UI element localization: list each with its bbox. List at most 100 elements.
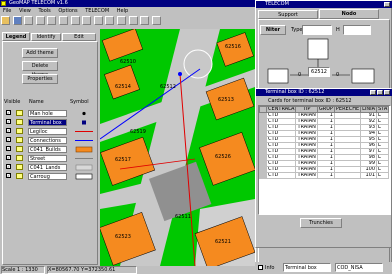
- symbol-red-line-icon: [75, 131, 93, 132]
- row-header[interactable]: [259, 172, 267, 179]
- legend-row-terminal-box[interactable]: ✓ Terminal box: [4, 118, 96, 127]
- menu-view[interactable]: View: [19, 8, 31, 15]
- visible-checkbox[interactable]: ✓: [6, 119, 11, 124]
- legend-row-street[interactable]: ✓ Street: [4, 154, 96, 163]
- table-cell[interactable]: TRAIAN: [295, 166, 318, 173]
- tab-identify[interactable]: Identify: [31, 33, 61, 41]
- symbol-header: Symbol: [70, 99, 89, 105]
- layer-icon: [16, 173, 23, 179]
- print-icon[interactable]: [24, 16, 34, 25]
- app-icon: [1, 1, 6, 6]
- visible-checkbox[interactable]: ✓: [6, 146, 11, 151]
- properties-button[interactable]: Properties: [22, 74, 58, 84]
- tab-support[interactable]: Support: [258, 10, 318, 19]
- help-icon[interactable]: [151, 16, 161, 25]
- menu-help[interactable]: Help: [117, 8, 128, 15]
- add-theme-button[interactable]: Add theme: [22, 48, 58, 58]
- visible-checkbox[interactable]: ✓: [6, 155, 11, 160]
- table-cell[interactable]: TRAIAN: [295, 142, 318, 149]
- map-label: 62514: [115, 84, 131, 90]
- table-cell[interactable]: 1: [316, 172, 335, 179]
- table-cell[interactable]: L: [376, 172, 390, 179]
- legend-row-legiloc[interactable]: ✓ Legiloc: [4, 127, 96, 136]
- minimize-icon[interactable]: [370, 90, 376, 95]
- layer-combo[interactable]: Terminal box: [283, 263, 331, 272]
- select-icon[interactable]: [70, 16, 80, 25]
- map-label: 62512: [160, 84, 176, 90]
- refresh-icon[interactable]: [105, 16, 115, 25]
- menu-options[interactable]: Options: [58, 8, 77, 15]
- legend-row-builds[interactable]: ✓ C041_Builds: [4, 145, 96, 154]
- status-bar: Scale 1 : 1330 X=80567.70 Y=372350.61: [0, 266, 285, 274]
- column-header[interactable]: LINIA: [360, 106, 378, 113]
- main-window: GeoMAP TELECOM v1.6 File View Tools Opti…: [0, 0, 294, 274]
- legend-row-man-hole[interactable]: ✓ Man hole: [4, 109, 96, 118]
- tab-nodo[interactable]: Nodo: [319, 9, 379, 19]
- cards-grid[interactable]: CENTRALA TIP GRUP PERECHE LINIA STA CTD T…: [258, 105, 391, 215]
- delete-theme-button[interactable]: Delete theme: [22, 61, 58, 78]
- layer-icon: [16, 164, 23, 170]
- layer-icon: [16, 128, 23, 134]
- save-icon[interactable]: [12, 16, 22, 25]
- visible-checkbox[interactable]: ✓: [6, 110, 11, 115]
- visible-checkbox[interactable]: ✓: [6, 137, 11, 142]
- table-cell[interactable]: 101: [360, 172, 378, 179]
- open-icon[interactable]: [1, 16, 10, 25]
- table-row[interactable]: CTD TRAIAN 1 101 L: [259, 172, 390, 179]
- table-cell[interactable]: TRAIAN: [295, 172, 318, 179]
- close-icon[interactable]: [384, 90, 390, 95]
- zoom-in-icon[interactable]: [35, 16, 45, 25]
- table-cell[interactable]: TRAIAN: [295, 112, 318, 119]
- layer-name: Carroug: [28, 173, 67, 180]
- h-field[interactable]: [343, 25, 371, 35]
- table-cell[interactable]: TRAIAN: [295, 148, 318, 155]
- legend-row-carroug[interactable]: ✓ Carroug: [4, 172, 96, 181]
- code-combo[interactable]: COD_NISA: [335, 263, 383, 272]
- column-header[interactable]: STA: [376, 106, 390, 113]
- layer-icon: [16, 137, 23, 143]
- table-cell[interactable]: [333, 172, 362, 179]
- table-cell[interactable]: TRAIAN: [295, 154, 318, 161]
- table-cell[interactable]: TRAIAN: [295, 130, 318, 137]
- table-cell[interactable]: CTD: [265, 172, 297, 179]
- map-canvas[interactable]: 62512 62510 62516 62514 62513 62519 6251…: [100, 29, 255, 266]
- visible-checkbox[interactable]: ✓: [6, 164, 11, 169]
- measure-icon[interactable]: [93, 16, 103, 25]
- find-icon[interactable]: [128, 16, 138, 25]
- type-field[interactable]: [302, 25, 332, 35]
- visible-checkbox[interactable]: ✓: [6, 173, 11, 178]
- identify-icon[interactable]: [82, 16, 92, 25]
- column-header[interactable]: GRUP: [316, 106, 335, 113]
- layer-icon: [16, 110, 23, 116]
- info-icon[interactable]: [140, 16, 150, 25]
- tab-edit[interactable]: Edit: [62, 33, 96, 41]
- close-icon[interactable]: [384, 2, 390, 7]
- node-right-value: 0: [336, 72, 340, 78]
- map-label: 62516: [225, 44, 241, 50]
- info-checkbox[interactable]: [258, 265, 263, 270]
- table-cell[interactable]: TRAIAN: [295, 160, 318, 167]
- layer-icon[interactable]: [116, 16, 126, 25]
- niter-tab[interactable]: Niter: [260, 25, 286, 35]
- menu-telecom[interactable]: TELECOM: [85, 8, 109, 15]
- main-window-title: GeoMAP TELECOM v1.6: [9, 0, 68, 6]
- main-title-bar[interactable]: GeoMAP TELECOM v1.6: [0, 0, 294, 7]
- trunchies-button[interactable]: Trunchies: [300, 218, 342, 228]
- column-header[interactable]: CENTRALA: [265, 106, 297, 113]
- table-cell[interactable]: TRAIAN: [295, 118, 318, 125]
- menu-file[interactable]: File: [3, 8, 11, 15]
- legend-row-lands[interactable]: ✓ C041_Lands: [4, 163, 96, 172]
- menu-tools[interactable]: Tools: [38, 8, 50, 15]
- telecom-title-bar[interactable]: TELECOM: [256, 1, 392, 8]
- maximize-icon[interactable]: [377, 90, 383, 95]
- legend-row-connections[interactable]: ✓ Connections: [4, 136, 96, 145]
- pan-icon[interactable]: [58, 16, 68, 25]
- table-cell[interactable]: TRAIAN: [295, 136, 318, 143]
- info-label: Info: [265, 265, 275, 271]
- table-cell[interactable]: TRAIAN: [295, 124, 318, 131]
- tab-legend[interactable]: Legend: [2, 32, 30, 41]
- column-header[interactable]: PERECHE: [333, 106, 362, 113]
- node-id-box[interactable]: 62512: [308, 67, 330, 77]
- zoom-out-icon[interactable]: [47, 16, 57, 25]
- visible-checkbox[interactable]: ✓: [6, 128, 11, 133]
